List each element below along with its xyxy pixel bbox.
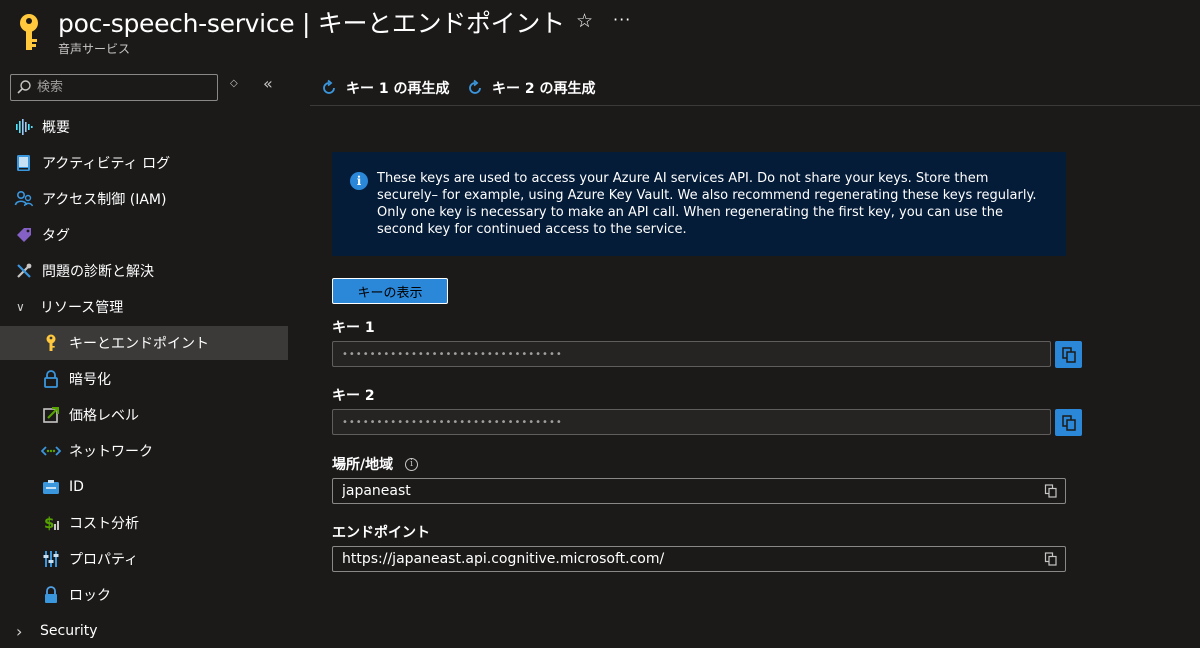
sidebar-item-label: キーとエンドポイント <box>69 336 209 352</box>
sidebar-item-overview[interactable]: 概要 <box>0 110 288 144</box>
info-icon[interactable]: i <box>405 457 419 471</box>
page-title: poc-speech-service | キーとエンドポイント <box>58 9 565 38</box>
sidebar-group-security[interactable]: › Security <box>0 614 288 648</box>
access-control-icon <box>14 189 34 209</box>
copy-location-icon[interactable] <box>1044 484 1058 498</box>
info-message-text: These keys are used to access your Azure… <box>377 171 1037 237</box>
chevron-right-icon: › <box>16 621 23 641</box>
regenerate-key1-label: キー 1 の再生成 <box>346 81 450 97</box>
sidebar-item-label: ロック <box>69 588 111 604</box>
location-input[interactable] <box>342 482 982 500</box>
sidebar-item-keys-endpoint[interactable]: キーとエンドポイント <box>0 326 288 360</box>
key2-field-box <box>332 409 1051 435</box>
location-label: 場所/地域 <box>332 457 394 473</box>
sidebar-item-label: アクセス制御 (IAM) <box>42 192 167 208</box>
page-subtitle: 音声サービス <box>58 42 131 56</box>
command-bar: キー 1 の再生成 キー 2 の再生成 <box>310 72 1200 106</box>
sidebar-item-network[interactable]: ネットワーク <box>0 434 288 468</box>
regenerate-key2-label: キー 2 の再生成 <box>492 81 596 97</box>
sidebar-item-label: Security <box>40 623 98 639</box>
show-keys-button[interactable]: キーの表示 <box>332 278 448 304</box>
overview-waveform-icon <box>14 117 34 137</box>
sidebar-item-label: ネットワーク <box>69 444 153 460</box>
copy-key1-button[interactable] <box>1055 341 1082 368</box>
cost-analysis-icon: $ <box>41 513 61 533</box>
sidebar-item-pricing-tier[interactable]: 価格レベル <box>0 398 288 432</box>
key2-input[interactable] <box>342 413 982 431</box>
sidebar-item-label: 問題の診断と解決 <box>42 264 154 280</box>
page-header: poc-speech-service | キーとエンドポイント 音声サービス ☆… <box>0 0 1200 68</box>
copy-icon <box>1061 346 1076 363</box>
endpoint-field-box <box>332 546 1066 572</box>
more-options-icon[interactable]: ··· <box>613 10 631 29</box>
endpoint-input[interactable] <box>342 550 982 568</box>
sidebar-item-label: 暗号化 <box>69 372 111 388</box>
sidebar-item-label: アクティビティ ログ <box>42 156 171 172</box>
sidebar-group-resource-management[interactable]: ∨ リソース管理 <box>0 290 288 324</box>
network-icon <box>41 441 61 461</box>
sidebar-item-locks[interactable]: ロック <box>0 578 288 612</box>
search-box[interactable] <box>10 74 218 101</box>
refresh-icon <box>469 79 481 94</box>
sidebar-item-diagnose[interactable]: 問題の診断と解決 <box>0 254 288 288</box>
favorite-star-icon[interactable]: ☆ <box>576 10 593 32</box>
key2-label: キー 2 <box>332 388 375 404</box>
sidebar-item-label: リソース管理 <box>40 300 124 316</box>
copy-endpoint-icon[interactable] <box>1044 552 1058 566</box>
key1-label: キー 1 <box>332 320 375 336</box>
sidebar-item-tags[interactable]: タグ <box>0 218 288 252</box>
copy-icon <box>1061 414 1076 431</box>
sidebar-item-identity[interactable]: ID <box>0 470 288 504</box>
regenerate-key1-button[interactable]: キー 1 の再生成 <box>320 78 450 98</box>
info-icon: i <box>350 172 368 190</box>
activity-log-icon <box>14 153 34 173</box>
sidebar-item-cost-analysis[interactable]: $ コスト分析 <box>0 506 288 540</box>
key-icon <box>41 333 61 353</box>
chevron-down-icon: ∨ <box>16 300 25 314</box>
sort-updown-icon[interactable]: ◇ <box>230 78 238 89</box>
tag-icon <box>14 225 34 245</box>
sidebar-item-activity-log[interactable]: アクティビティ ログ <box>0 146 288 180</box>
lock-icon <box>41 369 61 389</box>
search-input[interactable] <box>37 77 213 98</box>
location-field-box <box>332 478 1066 504</box>
key-icon <box>20 14 38 50</box>
sidebar-item-access-control[interactable]: アクセス制御 (IAM) <box>0 182 288 216</box>
collapse-sidebar-icon[interactable]: « <box>263 74 273 93</box>
properties-icon <box>41 549 61 569</box>
sidebar-item-label: タグ <box>42 228 70 244</box>
sidebar-item-label: 概要 <box>42 120 70 136</box>
regenerate-key2-button[interactable]: キー 2 の再生成 <box>466 78 596 98</box>
sidebar-item-properties[interactable]: プロパティ <box>0 542 288 576</box>
sidebar-item-label: コスト分析 <box>69 516 139 532</box>
endpoint-label: エンドポイント <box>332 525 430 541</box>
sidebar-item-label: プロパティ <box>69 552 139 568</box>
search-icon <box>17 80 31 94</box>
svg-text:$: $ <box>44 514 54 532</box>
sidebar-item-label: 価格レベル <box>69 408 139 424</box>
info-message-bar: i These keys are used to access your Azu… <box>332 152 1066 256</box>
copy-key2-button[interactable] <box>1055 409 1082 436</box>
sidebar: ◇ « 概要 <box>0 68 288 647</box>
identity-icon <box>41 477 61 497</box>
location-label-row: 場所/地域 i <box>332 454 419 474</box>
wrench-icon <box>14 261 34 281</box>
sidebar-item-encryption[interactable]: 暗号化 <box>0 362 288 396</box>
refresh-icon <box>323 79 335 94</box>
sidebar-item-label: ID <box>69 479 84 495</box>
lock-icon <box>41 585 61 605</box>
key1-field-box <box>332 341 1051 367</box>
pricing-tier-icon <box>41 405 61 425</box>
key1-input[interactable] <box>342 345 982 363</box>
